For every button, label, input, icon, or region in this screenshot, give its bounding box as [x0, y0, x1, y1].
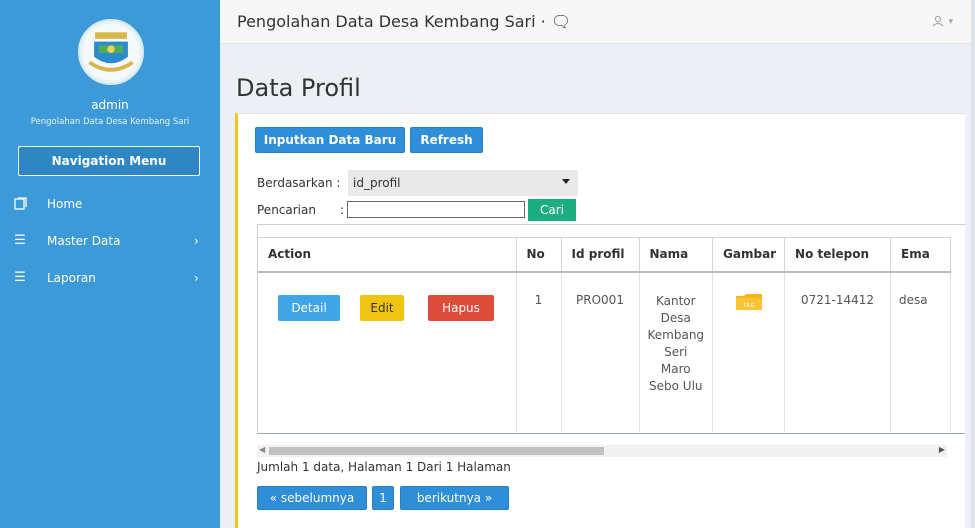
column-header: Gambar: [712, 237, 786, 273]
folder-icon[interactable]: FILE: [735, 293, 763, 311]
user-name: admin: [91, 98, 129, 112]
user-menu[interactable]: ▾: [932, 13, 953, 28]
data-table-container: Action No Id profil Nama Gambar No telep…: [257, 224, 965, 434]
pagination-summary: Jumlah 1 data, Halaman 1 Dari 1 Halaman: [257, 460, 511, 474]
sidebar-item-laporan[interactable]: ☰ Laporan ›: [0, 264, 220, 292]
row-email: desa: [890, 271, 952, 432]
row-telepon: 0721-14412: [784, 271, 892, 432]
list-icon: ☰: [14, 270, 26, 285]
detail-button[interactable]: Detail: [278, 295, 340, 321]
user-icon: [932, 13, 948, 28]
sidebar: admin Pengolahan Data Desa Kembang Sari …: [0, 0, 220, 528]
scrollbar-thumb[interactable]: [269, 447, 604, 455]
scroll-left-icon[interactable]: ◀: [259, 445, 265, 454]
column-header: No telepon: [784, 237, 892, 273]
add-data-button[interactable]: Inputkan Data Baru: [255, 127, 405, 153]
column-header: Action: [258, 237, 517, 273]
search-button[interactable]: Cari: [528, 199, 576, 221]
window-edge: [971, 0, 975, 528]
page-title: Data Profil: [236, 74, 361, 102]
data-table: Action No Id profil Nama Gambar No telep…: [258, 237, 952, 432]
sidebar-item-label: Home: [47, 197, 83, 211]
filter-by-label: Berdasarkan :: [257, 176, 341, 190]
row-id: PRO001: [561, 271, 640, 432]
search-input[interactable]: [347, 201, 525, 218]
chevron-right-icon: ›: [194, 234, 199, 248]
page-number-button[interactable]: 1: [372, 486, 394, 510]
horizontal-scrollbar[interactable]: ◀ ▶: [257, 445, 947, 457]
chevron-right-icon: ›: [194, 271, 199, 285]
filter-select-value: id_profil: [353, 176, 401, 190]
svg-text:FILE: FILE: [743, 303, 754, 309]
list-icon: ☰: [14, 233, 26, 248]
previous-page-button[interactable]: « sebelumnya: [257, 486, 367, 510]
scroll-right-icon[interactable]: ▶: [939, 445, 945, 454]
home-icon: [12, 190, 28, 218]
caret-down-icon: ▾: [948, 17, 953, 27]
row-nama: Kantor Desa Kembang Seri Maro Sebo Ulu: [639, 271, 714, 432]
app-title: Pengolahan Data Desa Kembang Sari · 🗨: [237, 12, 572, 31]
village-logo: [78, 19, 144, 85]
navigation-menu-button[interactable]: Navigation Menu: [18, 146, 200, 176]
edit-button[interactable]: Edit: [360, 295, 404, 321]
caret-down-icon: [562, 179, 570, 184]
delete-button[interactable]: Hapus: [428, 295, 494, 321]
refresh-button[interactable]: Refresh: [410, 127, 483, 153]
sidebar-item-label: Master Data: [47, 234, 121, 248]
column-header: No: [516, 237, 562, 273]
column-header: Ema: [890, 237, 952, 273]
column-header: Nama: [639, 237, 714, 273]
sidebar-item-master-data[interactable]: ☰ Master Data ›: [0, 227, 220, 255]
search-separator: :: [340, 203, 345, 217]
next-page-button[interactable]: berikutnya »: [400, 486, 509, 510]
user-subtitle: Pengolahan Data Desa Kembang Sari: [30, 117, 190, 127]
sidebar-item-label: Laporan: [47, 271, 96, 285]
column-header: Id profil: [561, 237, 640, 273]
table-header-row: Action No Id profil Nama Gambar No telep…: [258, 237, 952, 273]
sidebar-item-home[interactable]: Home: [0, 190, 220, 218]
row-number: 1: [516, 271, 562, 432]
filter-select[interactable]: id_profil: [348, 170, 578, 196]
row-gambar: FILE: [712, 271, 786, 432]
top-navbar: Pengolahan Data Desa Kembang Sari · 🗨 ▾: [220, 0, 975, 44]
search-label: Pencarian: [257, 203, 316, 217]
